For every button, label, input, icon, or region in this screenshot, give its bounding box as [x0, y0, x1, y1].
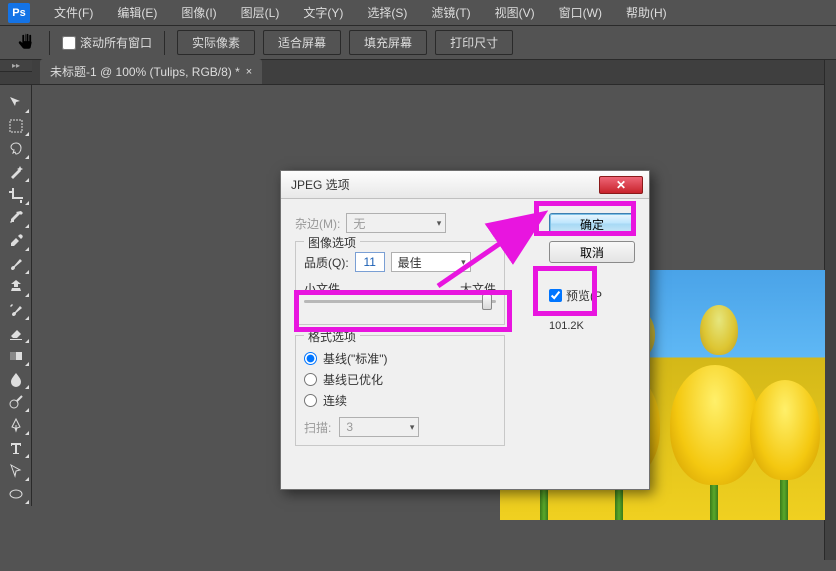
- jpeg-options-dialog: JPEG 选项 ✕ 杂边(M): 无▾ 图像选项 品质(Q): 最佳▾ 小文件: [280, 170, 650, 490]
- fill-screen-button[interactable]: 填充屏幕: [349, 30, 427, 55]
- document-tab[interactable]: 未标题-1 @ 100% (Tulips, RGB/8) * ×: [40, 59, 262, 84]
- options-bar: 滚动所有窗口 实际像素 适合屏幕 填充屏幕 打印尺寸: [0, 25, 836, 60]
- preview-checkbox[interactable]: 预览(P: [549, 287, 635, 304]
- separator: [49, 31, 50, 55]
- baseline-standard-radio[interactable]: 基线("标准"): [304, 350, 496, 367]
- dialog-close-button[interactable]: ✕: [599, 176, 643, 194]
- menu-file[interactable]: 文件(F): [44, 1, 103, 24]
- scans-value: 3: [346, 420, 353, 434]
- dialog-titlebar[interactable]: JPEG 选项 ✕: [281, 171, 649, 199]
- quality-slider[interactable]: 小文件 大文件: [304, 280, 496, 316]
- image-options-group: 图像选项 品质(Q): 最佳▾ 小文件 大文件: [295, 241, 505, 325]
- quality-label: 品质(Q):: [304, 254, 349, 271]
- eyedropper-tool[interactable]: [2, 207, 30, 229]
- ok-button[interactable]: 确定: [549, 213, 635, 235]
- right-panel-collapsed[interactable]: [824, 60, 836, 560]
- menu-bar: Ps 文件(F) 编辑(E) 图像(I) 图层(L) 文字(Y) 选择(S) 滤…: [0, 0, 836, 25]
- slider-thumb[interactable]: [482, 294, 492, 310]
- quality-preset-value: 最佳: [398, 254, 422, 271]
- close-tab-icon[interactable]: ×: [246, 66, 252, 78]
- menu-view[interactable]: 视图(V): [485, 1, 545, 24]
- type-tool[interactable]: [2, 437, 30, 459]
- baseline-optimized-label: 基线已优化: [323, 371, 383, 388]
- scroll-all-windows-checkbox[interactable]: 滚动所有窗口: [62, 34, 152, 51]
- cancel-button[interactable]: 取消: [549, 241, 635, 263]
- progressive-label: 连续: [323, 392, 347, 409]
- pen-tool[interactable]: [2, 414, 30, 436]
- scans-label: 扫描:: [304, 419, 331, 436]
- clone-stamp-tool[interactable]: [2, 276, 30, 298]
- document-tab-bar: 未标题-1 @ 100% (Tulips, RGB/8) * ×: [0, 60, 836, 85]
- crop-tool[interactable]: [2, 184, 30, 206]
- actual-pixels-button[interactable]: 实际像素: [177, 30, 255, 55]
- format-options-group: 格式选项 基线("标准") 基线已优化 连续 扫描: 3▾: [295, 335, 505, 446]
- progressive-radio[interactable]: 连续: [304, 392, 496, 409]
- scans-combo: 3▾: [339, 417, 419, 437]
- menu-select[interactable]: 选择(S): [357, 1, 417, 24]
- baseline-optimized-radio[interactable]: 基线已优化: [304, 371, 496, 388]
- matte-label: 杂边(M):: [295, 215, 340, 232]
- format-options-legend: 格式选项: [304, 328, 360, 345]
- document-tab-label: 未标题-1 @ 100% (Tulips, RGB/8) *: [50, 63, 240, 80]
- quality-input[interactable]: [355, 252, 385, 272]
- small-file-label: 小文件: [304, 280, 340, 297]
- separator: [164, 31, 165, 55]
- matte-combo: 无▾: [346, 213, 446, 233]
- print-size-button[interactable]: 打印尺寸: [435, 30, 513, 55]
- menu-window[interactable]: 窗口(W): [549, 1, 612, 24]
- gradient-tool[interactable]: [2, 345, 30, 367]
- history-brush-tool[interactable]: [2, 299, 30, 321]
- healing-brush-tool[interactable]: [2, 230, 30, 252]
- menu-help[interactable]: 帮助(H): [616, 1, 677, 24]
- scroll-all-label: 滚动所有窗口: [80, 34, 152, 51]
- baseline-standard-label: 基线("标准"): [323, 350, 388, 367]
- blur-tool[interactable]: [2, 368, 30, 390]
- marquee-tool[interactable]: [2, 115, 30, 137]
- dodge-tool[interactable]: [2, 391, 30, 413]
- toolbar-collapse-arrow[interactable]: ▸▸: [0, 60, 32, 72]
- eraser-tool[interactable]: [2, 322, 30, 344]
- magic-wand-tool[interactable]: [2, 161, 30, 183]
- matte-value: 无: [353, 215, 365, 232]
- menu-filter[interactable]: 滤镜(T): [421, 1, 480, 24]
- quality-preset-combo[interactable]: 最佳▾: [391, 252, 471, 272]
- image-options-legend: 图像选项: [304, 234, 360, 251]
- shape-tool[interactable]: [2, 483, 30, 505]
- hand-tool-icon[interactable]: [15, 32, 37, 54]
- brush-tool[interactable]: [2, 253, 30, 275]
- tools-panel: [0, 85, 32, 506]
- preview-label: 预览(P: [566, 287, 602, 304]
- dialog-title: JPEG 选项: [291, 176, 350, 193]
- move-tool[interactable]: [2, 92, 30, 114]
- lasso-tool[interactable]: [2, 138, 30, 160]
- filesize-readout: 101.2K: [549, 320, 635, 332]
- menu-image[interactable]: 图像(I): [171, 1, 226, 24]
- menu-edit[interactable]: 编辑(E): [107, 1, 167, 24]
- app-logo: Ps: [8, 3, 30, 23]
- menu-type[interactable]: 文字(Y): [293, 1, 353, 24]
- path-selection-tool[interactable]: [2, 460, 30, 482]
- menu-layer[interactable]: 图层(L): [231, 1, 290, 24]
- fit-screen-button[interactable]: 适合屏幕: [263, 30, 341, 55]
